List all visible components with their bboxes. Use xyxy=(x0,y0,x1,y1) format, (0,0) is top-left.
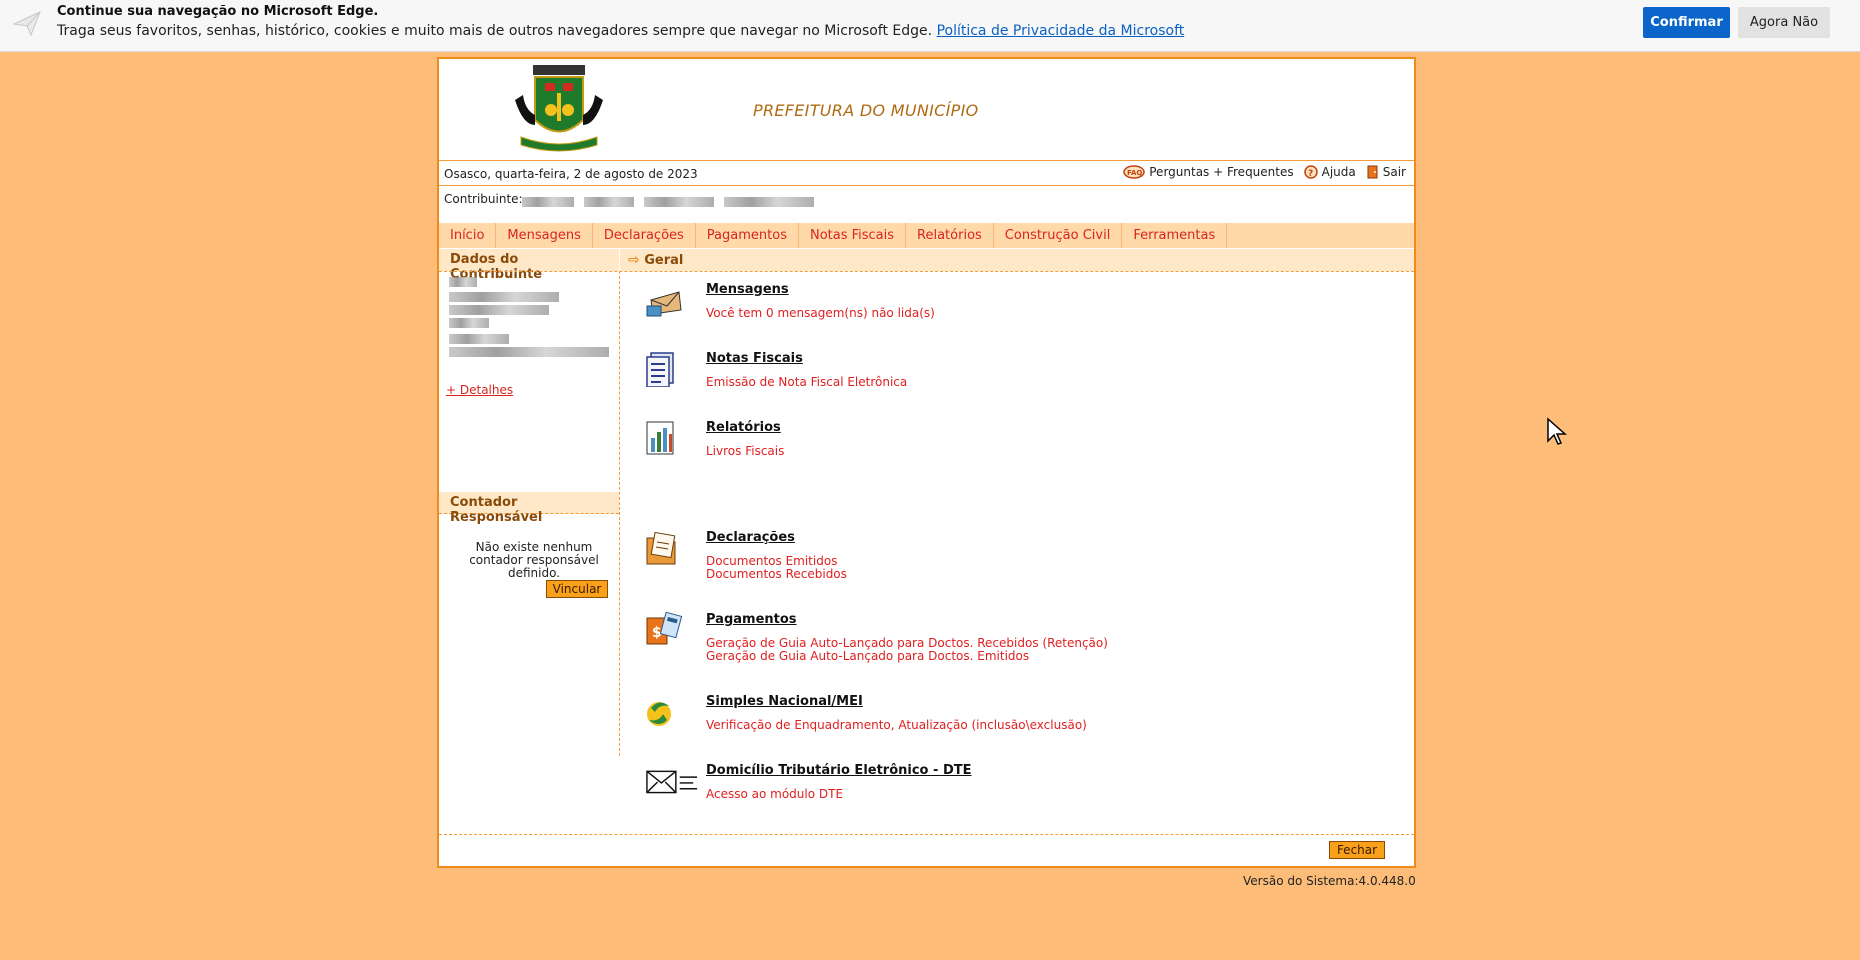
redacted-text xyxy=(449,292,559,302)
item-description: Geração de Guia Auto-Lançado para Doctos… xyxy=(706,637,1108,663)
payment-calculator-icon: $ xyxy=(646,612,683,645)
folder-document-icon xyxy=(646,531,676,565)
redacted-text xyxy=(449,347,609,357)
nav-relatorios[interactable]: Relatórios xyxy=(906,223,994,248)
item-description: Acesso ao módulo DTE xyxy=(706,788,843,801)
contribuinte-label: Contribuinte: xyxy=(444,192,523,206)
main-section-header: ⇨ Geral xyxy=(620,249,1414,271)
divider xyxy=(439,271,1414,272)
svg-text:FAQ: FAQ xyxy=(1127,169,1142,177)
edge-bar-message: Traga seus favoritos, senhas, histórico,… xyxy=(57,23,933,39)
page-title: PREFEITURA DO MUNICÍPIO xyxy=(753,101,979,120)
nav-declaracoes[interactable]: Declarações xyxy=(593,223,696,248)
item-title[interactable]: Pagamentos xyxy=(706,612,797,627)
item-link[interactable]: Livros Fiscais xyxy=(706,445,784,458)
help-icon: ? xyxy=(1303,165,1318,179)
divider xyxy=(439,834,1414,835)
envelope-icon xyxy=(646,291,682,317)
nav-construcao-civil[interactable]: Construção Civil xyxy=(994,223,1123,248)
detalhes-link[interactable]: + Detalhes xyxy=(446,383,513,397)
system-version: Versão do Sistema:4.0.448.0 xyxy=(1243,874,1416,888)
item-description: Você tem 0 mensagem(ns) não lida(s) xyxy=(706,307,935,320)
privacy-policy-link[interactable]: Política de Privacidade da Microsoft xyxy=(937,23,1185,39)
top-links: FAQ Perguntas + Frequentes ? Ajuda Sair xyxy=(1123,165,1406,179)
simples-nacional-logo-icon xyxy=(647,702,671,726)
help-link[interactable]: ? Ajuda xyxy=(1303,165,1356,179)
item-title[interactable]: Simples Nacional/MEI xyxy=(706,694,863,709)
not-now-button[interactable]: Agora Não xyxy=(1738,7,1830,38)
city-crest-logo xyxy=(515,65,603,152)
current-date: Osasco, quarta-feira, 2 de agosto de 202… xyxy=(444,167,698,181)
confirm-button[interactable]: Confirmar xyxy=(1643,7,1730,38)
exit-door-icon xyxy=(1367,165,1378,179)
logout-link[interactable]: Sair xyxy=(1366,165,1406,179)
item-title[interactable]: Domicílio Tributário Eletrônico - DTE xyxy=(706,763,971,778)
item-link[interactable]: Documentos Recebidos xyxy=(706,568,847,581)
sidebar-title: Dados do Contribuinte xyxy=(439,249,619,282)
vincular-button[interactable]: Vincular xyxy=(546,580,608,598)
help-label: Ajuda xyxy=(1321,165,1356,179)
paper-plane-icon xyxy=(12,11,41,37)
main-container: PREFEITURA DO MUNICÍPIO Osasco, quarta-f… xyxy=(437,57,1416,868)
item-link[interactable]: Você tem 0 mensagem(ns) não lida(s) xyxy=(706,307,935,320)
nav-ferramentas[interactable]: Ferramentas xyxy=(1122,223,1228,248)
redacted-text xyxy=(449,318,489,328)
svg-text:?: ? xyxy=(1308,169,1313,179)
item-description: Verificação de Enquadramento, Atualizaçã… xyxy=(706,719,1087,732)
item-description: Documentos Emitidos Documentos Recebidos xyxy=(706,555,847,581)
contador-message: Não existe nenhum contador responsável d… xyxy=(469,540,599,580)
fechar-button[interactable]: Fechar xyxy=(1329,841,1385,859)
main-nav: Início Mensagens Declarações Pagamentos … xyxy=(439,223,1414,248)
column-divider xyxy=(619,271,620,756)
redacted-text xyxy=(584,197,634,207)
item-description: Emissão de Nota Fiscal Eletrônica xyxy=(706,376,907,389)
nav-inicio[interactable]: Início xyxy=(439,223,497,248)
edge-bar-text: Traga seus favoritos, senhas, histórico,… xyxy=(57,23,1184,39)
redacted-text xyxy=(522,197,574,207)
item-title[interactable]: Relatórios xyxy=(706,420,781,435)
faq-label: Perguntas + Frequentes xyxy=(1149,165,1294,179)
item-title[interactable]: Notas Fiscais xyxy=(706,351,803,366)
redacted-text xyxy=(449,277,477,287)
item-link[interactable]: Verificação de Enquadramento, Atualizaçã… xyxy=(706,719,1087,732)
arrow-right-icon: ⇨ xyxy=(628,252,640,268)
contador-title: Contador Responsável xyxy=(439,492,619,525)
faq-icon: FAQ xyxy=(1123,165,1145,179)
faq-link[interactable]: FAQ Perguntas + Frequentes xyxy=(1123,165,1294,179)
redacted-text xyxy=(449,305,549,315)
item-link[interactable]: Geração de Guia Auto-Lançado para Doctos… xyxy=(706,650,1108,663)
page-header: PREFEITURA DO MUNICÍPIO xyxy=(439,59,1414,161)
item-link[interactable]: Acesso ao módulo DTE xyxy=(706,788,843,801)
dateline-bar: Osasco, quarta-feira, 2 de agosto de 202… xyxy=(439,162,1414,186)
item-title[interactable]: Mensagens xyxy=(706,282,789,297)
edge-notification-bar: Continue sua navegação no Microsoft Edge… xyxy=(0,0,1860,52)
contribuinte-row: Contribuinte: xyxy=(439,187,1414,221)
nav-notas-fiscais[interactable]: Notas Fiscais xyxy=(799,223,907,248)
redacted-text xyxy=(644,197,714,207)
document-list-icon xyxy=(646,352,674,387)
item-link[interactable]: Emissão de Nota Fiscal Eletrônica xyxy=(706,376,907,389)
item-description: Livros Fiscais xyxy=(706,445,784,458)
logout-label: Sair xyxy=(1382,165,1406,179)
nav-pagamentos[interactable]: Pagamentos xyxy=(696,223,799,248)
mouse-cursor-icon xyxy=(1547,417,1567,445)
mail-icon xyxy=(646,770,698,794)
bar-chart-icon xyxy=(646,421,674,455)
main-section-title: Geral xyxy=(644,253,684,268)
redacted-text xyxy=(724,197,814,207)
item-title[interactable]: Declarações xyxy=(706,530,795,545)
nav-mensagens[interactable]: Mensagens xyxy=(496,223,593,248)
redacted-text xyxy=(449,334,509,344)
edge-bar-title: Continue sua navegação no Microsoft Edge… xyxy=(57,4,379,19)
